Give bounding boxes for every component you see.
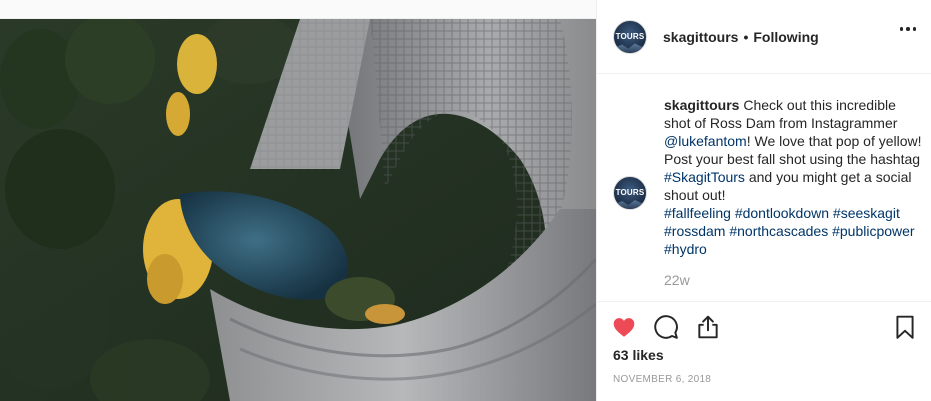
hashtag-link[interactable]: #northcascades	[729, 223, 828, 239]
separator-dot: •	[743, 28, 749, 45]
caption-hashtag[interactable]: #SkagitTours	[664, 169, 745, 185]
action-icons	[611, 314, 721, 340]
post-time-ago[interactable]: 22w	[664, 272, 690, 288]
follow-status-button[interactable]: Following	[753, 29, 818, 45]
post-header: TOURS skagittours • Following	[597, 0, 931, 74]
likes-count[interactable]: 63 likes	[613, 347, 664, 363]
avatar-mountain-graphic	[614, 200, 646, 209]
account-username[interactable]: skagittours	[663, 29, 738, 45]
hashtag-link[interactable]: #dontlookdown	[735, 205, 829, 221]
avatar-mountain-graphic	[614, 43, 646, 53]
caption-mention[interactable]: @lukefantom	[664, 133, 747, 149]
hashtag-link[interactable]: #rossdam	[664, 223, 725, 239]
post-caption: skagittours Check out this incredible sh…	[664, 96, 924, 258]
avatar-text: TOURS	[615, 188, 645, 197]
hashtag-link[interactable]: #hydro	[664, 241, 707, 257]
post-actions: 63 likes NOVEMBER 6, 2018	[597, 301, 931, 401]
post-photo[interactable]	[0, 19, 596, 401]
heart-icon[interactable]	[611, 314, 637, 340]
account-avatar[interactable]: TOURS	[613, 19, 647, 54]
comment-icon[interactable]	[653, 314, 679, 340]
instagram-post: TOURS skagittours • Following TOURS skag…	[0, 0, 931, 401]
share-icon[interactable]	[695, 314, 721, 340]
post-side-panel: TOURS skagittours • Following TOURS skag…	[596, 0, 931, 401]
avatar-text: TOURS	[615, 31, 645, 41]
post-date: NOVEMBER 6, 2018	[613, 374, 712, 385]
caption-username[interactable]: skagittours	[664, 97, 739, 113]
more-options-icon[interactable]	[899, 27, 916, 31]
hashtag-link[interactable]: #seeskagit	[833, 205, 900, 221]
hashtag-link[interactable]: #publicpower	[832, 223, 915, 239]
caption-avatar[interactable]: TOURS	[613, 176, 647, 210]
dam-photo-illustration	[0, 19, 596, 401]
hashtag-link[interactable]: #fallfeeling	[664, 205, 731, 221]
bookmark-icon[interactable]	[892, 314, 918, 340]
